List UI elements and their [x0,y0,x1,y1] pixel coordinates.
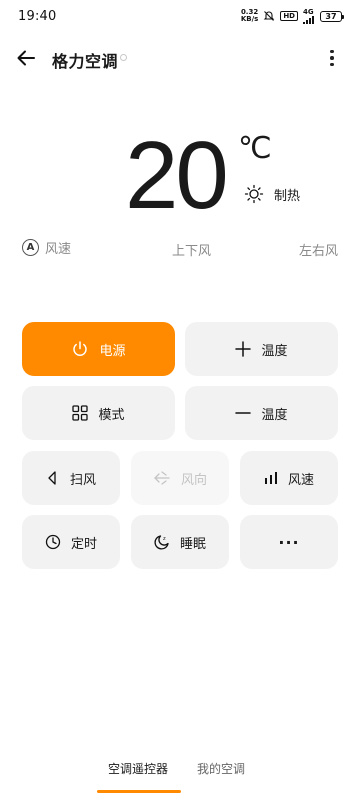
tab-ac-remote[interactable]: 空调遥控器 [108,760,168,777]
hd-badge: HD [280,11,298,21]
mute-icon [263,10,275,22]
timer-button[interactable]: 定时 [22,515,120,569]
temperature-unit: ℃ [238,131,272,166]
swing-button[interactable]: 扫风 [22,451,120,505]
horizontal-swing-label: 左右风 [298,244,338,259]
signal-label: 4G [303,7,314,16]
more-functions-button[interactable]: ··· [240,515,338,569]
tab-my-ac[interactable]: 我的空调 [197,760,245,777]
signal-icon: 4G [303,7,315,24]
temperature-up-button[interactable]: 温度 [185,322,338,376]
header: 格力空调 [0,40,360,76]
status-bar: 19:40 0.32 KB/s HD 4G 37 [0,0,360,32]
connection-status-dot-icon [120,54,127,61]
dot-icon [330,49,334,54]
power-button-label: 电源 [99,343,126,359]
temperature-down-button[interactable]: 温度 [185,386,338,440]
bars-icon [264,471,278,485]
status-icons: 0.32 KB/s HD 4G 37 [241,7,344,24]
status-label-row: A 风速 上下风 左右风 [0,238,360,260]
temperature-value: 20 [125,122,229,229]
temperature-up-label: 温度 [261,343,288,359]
power-icon [71,340,89,358]
grid-icon [72,405,89,421]
sun-icon [244,184,264,204]
fan-speed-status: A 风速 [22,238,71,257]
mode-button[interactable]: 模式 [22,386,175,440]
auto-badge-icon: A [22,239,39,256]
network-speed-unit: KB/s [240,15,259,23]
fan-speed-button-label: 风速 [287,472,314,488]
back-button[interactable] [12,44,40,72]
fan-speed-label: 风速 [45,242,72,257]
sleep-button[interactable]: z 睡眠 [131,515,229,569]
sleep-button-label: 睡眠 [179,536,206,552]
minus-icon [235,405,252,421]
temperature-down-label: 温度 [261,407,288,423]
plus-icon [235,341,252,357]
timer-button-label: 定时 [70,536,97,552]
active-tab-indicator [97,790,181,793]
wind-direction-label: 风向 [180,472,207,488]
arrow-left-icon [17,50,35,66]
mode-label: 制热 [274,188,301,204]
page-title: 格力空调 [52,52,119,71]
swing-button-label: 扫风 [69,472,96,488]
wind-direction-button[interactable]: 风向 [131,451,229,505]
more-options-button[interactable] [318,44,346,72]
wind-direction-icon [153,470,171,486]
bottom-tabs: 空调遥控器 我的空调 [0,760,360,800]
swing-icon [46,470,60,486]
power-button[interactable]: 电源 [22,322,175,376]
network-speed: 0.32 KB/s [241,9,258,23]
fan-speed-button[interactable]: 风速 [240,451,338,505]
mode-button-label: 模式 [98,407,125,423]
vertical-swing-label: 上下风 [172,244,212,259]
temperature-display: 20 ℃ 制热 [0,128,360,228]
ellipsis-icon: ··· [278,532,300,552]
battery-level: 37 [325,11,337,21]
svg-text:z: z [163,536,166,542]
battery-icon: 37 [320,10,344,22]
current-mode: 制热 [244,184,300,204]
dot-icon [330,56,334,60]
moon-icon: z [154,534,170,550]
clock-icon [45,534,61,550]
status-time: 19:40 [18,8,57,24]
dot-icon [330,62,334,67]
